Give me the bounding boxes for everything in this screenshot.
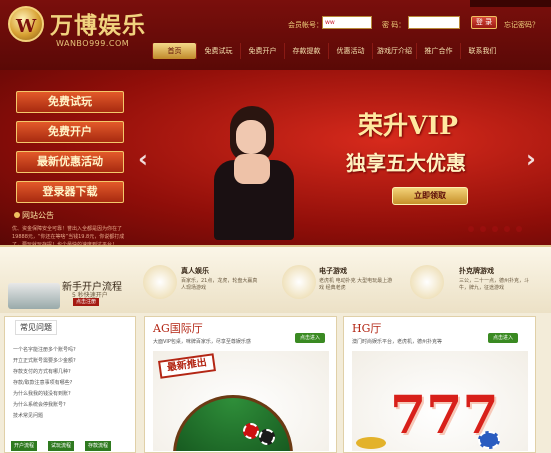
nav-promotions[interactable]: 优惠活动 — [328, 43, 372, 59]
faq-item[interactable]: 为什么系统会停我账号? — [13, 400, 76, 411]
baccarat-table — [173, 395, 293, 451]
hg-hall-image[interactable]: 777 — [352, 351, 528, 451]
banner-dots[interactable] — [468, 226, 522, 232]
chip-red — [243, 423, 259, 439]
password-input[interactable] — [408, 16, 460, 29]
announcement-title: 网站公告 — [22, 211, 54, 220]
claim-now-button[interactable]: 立即领取 — [392, 187, 468, 205]
announcement-icon — [14, 212, 20, 218]
model-face — [236, 120, 266, 154]
ag-hall-desc: 大面VIP包桌，咪牌百家乐，尽享至尊娱乐感 — [153, 339, 251, 345]
faq-item[interactable]: 存款支付的方式有哪几种? — [13, 367, 76, 378]
dot-4[interactable] — [504, 226, 510, 232]
banner-next-arrow[interactable]: › — [526, 145, 536, 173]
poker-title[interactable]: 扑克牌游戏 — [459, 266, 494, 276]
deposit-flow-button[interactable]: 存款流程 — [85, 441, 112, 451]
ag-hall-title: AG国际厅 — [153, 322, 203, 335]
slot-machine-icon — [282, 265, 316, 299]
logo-emblem[interactable]: W — [8, 6, 44, 42]
hg-hall-title: HG厅 — [352, 322, 382, 335]
nav-deposit[interactable]: 存款提款 — [284, 43, 328, 59]
trial-flow-button[interactable]: 试玩流程 — [48, 441, 75, 451]
brand-name: 万博娱乐 — [50, 12, 146, 39]
faq-tab[interactable]: 常见问题 — [15, 320, 57, 335]
forgot-password-link[interactable]: 忘记密码？ — [504, 20, 539, 30]
ag-hall-panel: AG国际厅 大面VIP包桌，咪牌百家乐，尽享至尊娱乐感 点击进入 最新推出 — [144, 316, 337, 453]
main-nav: 首页 免费试玩 免费开户 存款提款 优惠活动 游戏厅介绍 推广合作 联系我们 — [152, 43, 504, 59]
banner-prev-arrow[interactable]: ‹ — [138, 145, 148, 173]
dot-5[interactable] — [516, 226, 522, 232]
hg-hall-desc: 澳门时尚娱乐平台，老虎机，德州扑克等 — [352, 339, 443, 345]
nav-contact[interactable]: 联系我们 — [460, 43, 504, 59]
e-games-desc: 老虎机 电动扑克 大型电玩最上游戏 经典老虎 — [319, 278, 393, 291]
gold-coins — [356, 437, 386, 449]
faq-panel: 常见问题 一个名字能注册多个账号吗? 开立正式账号需要多少金额? 存款支付的方式… — [4, 316, 136, 453]
password-label: 密 码： — [382, 21, 406, 29]
site-header: W 万博娱乐 WANBO999.COM 会员帐号： ww 密 码： 登 录 忘记… — [0, 0, 551, 70]
nav-free-trial[interactable]: 免费试玩 — [196, 43, 240, 59]
faq-list: 一个名字能注册多个账号吗? 开立正式账号需要多少金额? 存款支付的方式有哪几种?… — [13, 345, 76, 422]
faq-item[interactable]: 存款/取款注意事项有哪些? — [13, 378, 76, 389]
account-label: 会员帐号： — [288, 21, 323, 29]
sidebar-free-trial-button[interactable]: 免费试玩 — [16, 91, 124, 113]
dot-1[interactable] — [468, 226, 474, 232]
sidebar-promotions-button[interactable]: 最新优惠活动 — [16, 151, 124, 173]
e-games-title[interactable]: 电子游戏 — [319, 266, 347, 276]
brand-url: WANBO999.COM — [56, 39, 130, 48]
model-neck — [234, 154, 270, 184]
live-casino-icon — [143, 265, 177, 299]
poker-icon — [410, 265, 444, 299]
faq-item[interactable]: 开立正式账号需要多少金额? — [13, 356, 76, 367]
faq-item[interactable]: 为什么我我的钱没有到账? — [13, 389, 76, 400]
hg-enter-button[interactable]: 点击进入 — [488, 333, 518, 343]
account-input[interactable]: ww — [322, 16, 372, 29]
vip-headline: 荣升VIP — [358, 111, 458, 140]
sidebar-download-button[interactable]: 登录器下载 — [16, 181, 124, 203]
chip-blue — [478, 431, 500, 449]
live-casino-title[interactable]: 真人娱乐 — [181, 266, 209, 276]
nav-game-halls[interactable]: 游戏厅介绍 — [372, 43, 416, 59]
sidebar-free-signup-button[interactable]: 免费开户 — [16, 121, 124, 143]
model-figure — [200, 94, 310, 245]
nav-home[interactable]: 首页 — [152, 43, 196, 59]
signup-register-button[interactable]: 点击注册 — [73, 298, 99, 306]
login-button[interactable]: 登 录 — [471, 16, 497, 29]
top-strip — [470, 0, 551, 7]
hg-hall-panel: HG厅 澳门时尚娱乐平台，老虎机，德州扑克等 点击进入 777 — [343, 316, 536, 453]
signup-flow-button[interactable]: 开户流程 — [11, 441, 38, 451]
faq-item[interactable]: 技术常见问题 — [13, 411, 76, 422]
new-release-stamp: 最新推出 — [158, 353, 216, 379]
computer-icon — [8, 283, 60, 309]
nav-affiliate[interactable]: 推广合作 — [416, 43, 460, 59]
vip-subheadline: 独享五大优惠 — [346, 151, 466, 175]
live-casino-desc: 百家乐，21点，龙虎，轮盘大赢真人现场游戏 — [181, 278, 258, 291]
dot-3[interactable] — [492, 226, 498, 232]
poker-desc: 三公，二十一点，德州扑克，斗牛，牌九，征途游戏 — [459, 278, 530, 291]
nav-free-signup[interactable]: 免费开户 — [240, 43, 284, 59]
dot-2[interactable] — [480, 226, 486, 232]
faq-item[interactable]: 一个名字能注册多个账号吗? — [13, 345, 76, 356]
ag-hall-image[interactable]: 最新推出 — [153, 351, 329, 451]
logo-letter: W — [16, 16, 37, 37]
chip-black — [259, 429, 275, 445]
ag-enter-button[interactable]: 点击进入 — [295, 333, 325, 343]
